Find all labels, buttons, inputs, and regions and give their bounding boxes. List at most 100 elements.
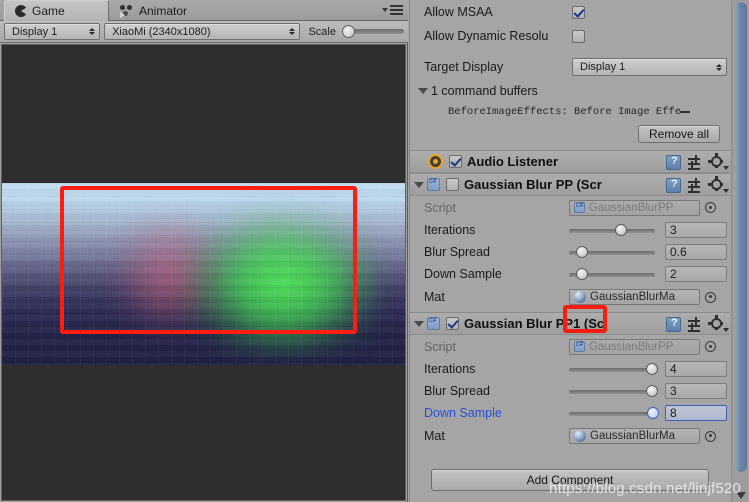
blur-spread-label: Blur Spread	[424, 245, 491, 259]
foldout-triangle-icon[interactable]	[414, 320, 424, 327]
aspect-ratio-dropdown[interactable]: XiaoMi (2340x1080)	[104, 23, 301, 40]
allow-dynamic-resolution-checkbox[interactable]	[572, 29, 585, 43]
component-header-gaussian-blur-pp1[interactable]: Gaussian Blur PP1 (Sc	[410, 312, 730, 335]
display-dropdown[interactable]: Display 1	[4, 23, 101, 40]
game-icon	[15, 5, 27, 17]
mat-value: GaussianBlurMa	[590, 291, 676, 303]
foldout-triangle-icon[interactable]	[418, 88, 428, 94]
tab-animator[interactable]: Animator	[110, 0, 240, 21]
row-remove-all: Remove all	[410, 122, 730, 146]
down-sample-slider[interactable]	[569, 267, 655, 281]
script-label: Script	[424, 339, 456, 354]
material-sphere-icon	[574, 291, 586, 303]
gear-icon[interactable]	[708, 153, 729, 170]
slider-track	[569, 229, 655, 233]
down-sample-label: Down Sample	[424, 406, 502, 420]
hamburger-menu-icon[interactable]	[382, 5, 403, 15]
game-pane-tabstrip: Game Animator	[0, 0, 408, 21]
object-picker-icon[interactable]	[705, 291, 716, 303]
row-mat-pp: Mat GaussianBlurMa	[410, 285, 730, 309]
gaussian-blur-pp1-enable-checkbox[interactable]	[446, 317, 459, 330]
scale-control: Scale	[308, 25, 404, 38]
preset-icon[interactable]	[688, 178, 703, 193]
row-target-display: Target Display Display 1	[410, 54, 730, 80]
slider-knob[interactable]	[614, 224, 627, 236]
command-buffer-entry-label: BeforeImageEffects: Before Image Effect …	[448, 106, 680, 118]
aspect-ratio-value: XiaoMi (2340x1080)	[112, 25, 211, 38]
help-icon[interactable]	[666, 155, 681, 170]
iterations-slider[interactable]	[569, 223, 655, 237]
down-sample-slider[interactable]	[569, 406, 660, 420]
unity-editor-window: Game Animator Display 1 XiaoMi (2340x108…	[0, 0, 749, 502]
allow-dynamic-resolution-label: Allow Dynamic Resolu	[424, 29, 549, 43]
tab-game[interactable]: Game	[4, 0, 109, 21]
foldout-triangle-icon[interactable]	[414, 181, 424, 188]
menu-bars	[390, 5, 403, 15]
game-rendered-image	[2, 183, 405, 365]
component-header-gaussian-blur-pp[interactable]: Gaussian Blur PP (Scr	[410, 173, 730, 196]
tab-game-label: Game	[32, 4, 65, 18]
component-header-audio-listener[interactable]: Audio Listener	[410, 150, 730, 173]
animator-icon	[120, 4, 134, 18]
row-iterations-pp: Iterations 3	[410, 219, 730, 241]
down-sample-value-field[interactable]: 8	[665, 405, 727, 421]
cs-script-icon	[574, 341, 585, 352]
row-command-buffers[interactable]: 1 command buffers	[410, 80, 730, 102]
inspector-pane: Allow MSAA Allow Dynamic Resolu Target D…	[409, 0, 749, 502]
slider-knob[interactable]	[647, 407, 660, 419]
gaussian-blur-pp1-header-icons	[666, 315, 729, 332]
scale-slider[interactable]	[342, 25, 404, 38]
target-display-value: Display 1	[580, 61, 626, 73]
row-command-buffer-entry: BeforeImageEffects: Before Image Effect …	[410, 102, 730, 122]
chevron-down-icon	[382, 8, 388, 12]
remove-all-button[interactable]: Remove all	[638, 125, 720, 143]
gear-icon[interactable]	[708, 315, 729, 332]
slider-knob[interactable]	[645, 385, 658, 397]
slider-knob[interactable]	[645, 363, 658, 375]
scale-label: Scale	[308, 25, 336, 38]
row-blur-spread-pp1: Blur Spread 3	[410, 380, 730, 402]
cs-script-icon	[427, 178, 440, 191]
mat-object-field[interactable]: GaussianBlurMa	[569, 428, 700, 444]
scale-slider-knob[interactable]	[342, 25, 355, 38]
object-picker-icon[interactable]	[705, 430, 716, 442]
game-view-toolbar: Display 1 XiaoMi (2340x1080) Scale	[0, 21, 408, 43]
object-picker-icon[interactable]	[705, 341, 716, 352]
target-display-label: Target Display	[424, 60, 504, 74]
row-mat-pp1: Mat GaussianBlurMa	[410, 424, 730, 448]
mat-object-field[interactable]: GaussianBlurMa	[569, 289, 700, 305]
cs-script-icon	[427, 317, 440, 330]
allow-msaa-checkbox[interactable]	[572, 5, 585, 19]
help-icon[interactable]	[666, 178, 681, 193]
blur-spread-slider[interactable]	[569, 245, 655, 259]
down-sample-value-field[interactable]: 2	[665, 266, 727, 282]
iterations-value-field[interactable]: 3	[665, 222, 727, 238]
cs-script-icon	[574, 202, 585, 213]
iterations-value-field[interactable]: 4	[665, 361, 727, 377]
slider-track	[569, 368, 655, 372]
slider-knob[interactable]	[575, 268, 588, 280]
audio-listener-enable-checkbox[interactable]	[449, 155, 462, 168]
down-sample-label: Down Sample	[424, 267, 502, 281]
remove-command-buffer-icon[interactable]	[680, 111, 690, 113]
iterations-slider[interactable]	[569, 362, 658, 376]
blur-spread-value-field[interactable]: 3	[665, 383, 727, 399]
object-picker-icon[interactable]	[705, 202, 716, 213]
scrollbar-thumb[interactable]	[735, 2, 747, 472]
gaussian-blur-pp-enable-checkbox[interactable]	[446, 178, 459, 191]
script-value: GaussianBlurPP	[589, 201, 674, 214]
gear-icon[interactable]	[708, 176, 729, 193]
updown-arrows-icon	[716, 63, 722, 71]
slider-knob[interactable]	[575, 246, 588, 258]
inspector-scrollbar[interactable]	[731, 0, 748, 502]
blur-spread-slider[interactable]	[569, 384, 658, 398]
game-render-area[interactable]	[1, 44, 406, 501]
preset-icon[interactable]	[688, 317, 703, 332]
blur-spread-value-field[interactable]: 0.6	[665, 244, 727, 260]
blur-spread-label: Blur Spread	[424, 384, 491, 398]
preset-icon[interactable]	[688, 155, 703, 170]
help-icon[interactable]	[666, 317, 681, 332]
target-display-dropdown[interactable]: Display 1	[572, 58, 727, 76]
inspector-scroll-content: Allow MSAA Allow Dynamic Resolu Target D…	[409, 0, 730, 502]
display-dropdown-value: Display 1	[12, 25, 58, 38]
